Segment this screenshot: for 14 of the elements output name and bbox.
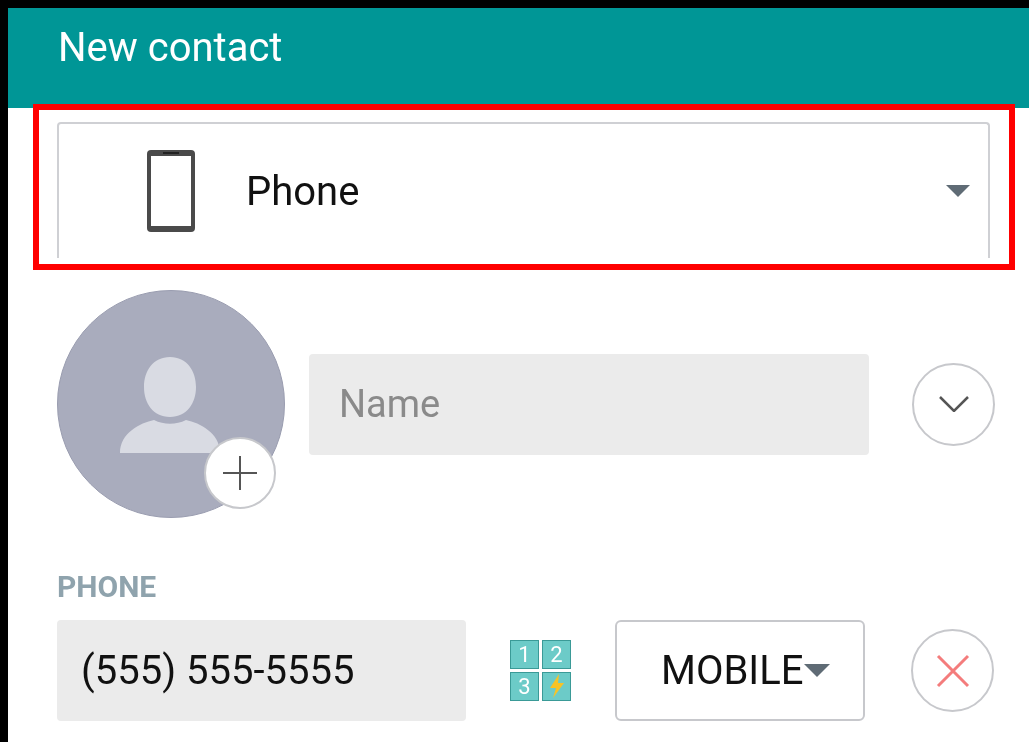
account-dropdown[interactable]: Phone: [57, 122, 990, 258]
close-icon: [935, 653, 970, 688]
screen-title: New contact: [58, 24, 283, 71]
caret-icon: [803, 664, 830, 677]
phone-icon: [146, 149, 196, 233]
plus-icon: [223, 456, 257, 490]
caret-icon: [946, 185, 970, 197]
chevron-down-icon: [938, 396, 969, 412]
name-field[interactable]: Name: [309, 353, 869, 455]
section-label: PHONE: [57, 570, 157, 604]
add-photo-button[interactable]: [204, 437, 276, 509]
phone-number-field[interactable]: (555) 555-5555: [57, 620, 466, 721]
phone-type-dropdown[interactable]: MOBILE: [615, 620, 865, 721]
person-icon: [120, 357, 220, 453]
